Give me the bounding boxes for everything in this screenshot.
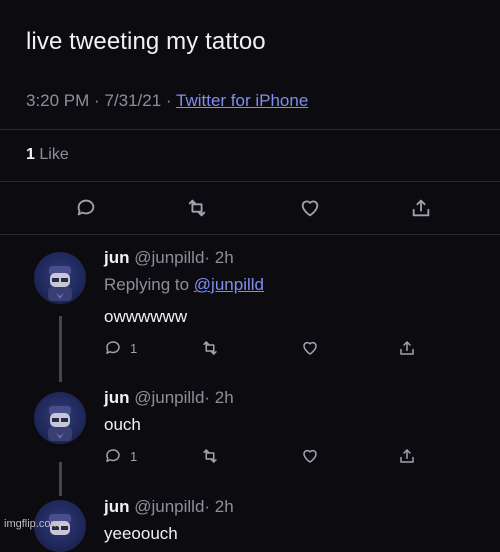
comment-bubble-icon (106, 449, 120, 462)
reply-button[interactable]: 1 (104, 339, 137, 357)
likes-label: Like (39, 146, 69, 163)
thread-connector (59, 316, 62, 382)
user-handle[interactable]: @junpilld (134, 248, 204, 267)
tweet-date: 7/31/21 (104, 91, 162, 110)
share-button[interactable] (398, 447, 416, 465)
like-button[interactable] (299, 197, 321, 224)
retweet-button[interactable] (186, 197, 208, 224)
reply-text: yeeoouch (104, 524, 178, 543)
share-upload-icon (400, 341, 414, 355)
divider (0, 181, 500, 182)
retweet-icon (188, 199, 206, 217)
retweet-button[interactable] (201, 447, 219, 465)
heart-icon (303, 341, 317, 355)
divider (0, 234, 500, 235)
reply-header: jun @junpilld· 2h (104, 388, 234, 408)
likes-stat[interactable]: 1 Like (26, 146, 69, 164)
reply-count: 1 (130, 448, 138, 464)
reply-header: jun @junpilld· 2h (104, 497, 234, 517)
reply-text: owwwwww (104, 307, 188, 326)
replying-to-mention[interactable]: @junpilld (194, 275, 264, 294)
avatar[interactable] (34, 252, 86, 304)
like-button[interactable] (301, 339, 319, 357)
comment-bubble-icon (106, 341, 120, 354)
watermark: imgflip.com (4, 518, 60, 530)
heart-icon (303, 449, 317, 463)
reply-header: jun @junpilld· 2h (104, 248, 234, 268)
share-button[interactable] (398, 339, 416, 357)
meta-separator: · (165, 91, 172, 110)
display-name[interactable]: jun (104, 497, 130, 516)
share-button[interactable] (410, 197, 432, 224)
likes-count: 1 (26, 146, 35, 163)
display-name[interactable]: jun (104, 388, 130, 407)
share-upload-icon (412, 199, 430, 217)
avatar-character-icon (48, 406, 72, 441)
thread-connector (59, 462, 62, 496)
meta-separator: · (94, 91, 100, 110)
display-name[interactable]: jun (104, 248, 130, 267)
comment-bubble-icon (77, 199, 95, 216)
reply-button[interactable]: 1 (104, 447, 137, 465)
reply-age: · 2h (204, 388, 234, 407)
user-handle[interactable]: @junpilld (134, 497, 204, 516)
reply-age: · 2h (204, 497, 234, 516)
share-upload-icon (400, 449, 414, 463)
replying-to: Replying to @junpilld (104, 275, 264, 295)
heart-icon (301, 200, 319, 217)
user-handle[interactable]: @junpilld (134, 388, 204, 407)
tweet-client-link[interactable]: Twitter for iPhone (176, 91, 308, 110)
tweet-meta: 3:20 PM · 7/31/21 · Twitter for iPhone (26, 91, 308, 111)
like-button[interactable] (301, 447, 319, 465)
reply-text: ouch (104, 415, 141, 434)
divider (0, 129, 500, 130)
reply-age: · 2h (204, 248, 234, 267)
replying-to-label: Replying to (104, 275, 190, 294)
reply-count: 1 (130, 340, 138, 356)
avatar[interactable] (34, 392, 86, 444)
tweet-time: 3:20 PM (26, 91, 90, 110)
reply-button[interactable] (75, 197, 97, 224)
retweet-icon (203, 449, 217, 463)
retweet-icon (203, 341, 217, 355)
avatar-character-icon (48, 266, 72, 301)
retweet-button[interactable] (201, 339, 219, 357)
tweet-text: live tweeting my tattoo (26, 28, 266, 55)
